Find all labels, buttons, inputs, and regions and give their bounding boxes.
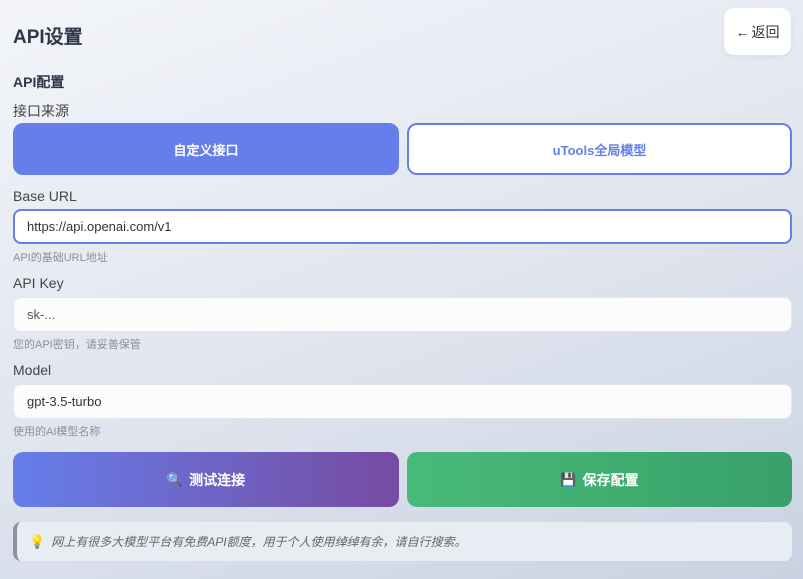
- floppy-disk-icon: 💾: [560, 471, 577, 487]
- save-config-button[interactable]: 💾 保存配置: [407, 452, 792, 507]
- model-label: Model: [13, 362, 52, 378]
- arrow-left-icon: ←: [735, 23, 750, 40]
- page-title: API设置: [13, 27, 83, 48]
- lightbulb-icon: 💡: [29, 533, 46, 549]
- tip-text: 网上有很多大模型平台有免费API额度，用于个人使用绰绰有余，请自行搜索。: [51, 535, 467, 549]
- section-title: API配置: [13, 74, 65, 90]
- back-label: 返回: [751, 23, 780, 40]
- search-icon: 🔍: [166, 471, 184, 487]
- model-input[interactable]: [13, 384, 792, 419]
- api-key-label: API Key: [13, 275, 64, 291]
- source-custom-button[interactable]: 自定义接口: [13, 123, 399, 175]
- base-url-hint: API的基础URL地址: [13, 252, 108, 264]
- save-config-label: 保存配置: [582, 471, 639, 488]
- back-button[interactable]: ← 返回: [724, 8, 791, 55]
- model-hint: 使用的AI模型名称: [13, 426, 101, 438]
- source-label: 接口来源: [13, 103, 69, 119]
- test-connection-label: 测试连接: [189, 471, 246, 488]
- tip-box: 💡 网上有很多大模型平台有免费API额度，用于个人使用绰绰有余，请自行搜索。: [13, 522, 792, 561]
- source-utools-button[interactable]: uTools全局模型: [407, 123, 792, 175]
- api-key-input[interactable]: [13, 297, 792, 332]
- base-url-input[interactable]: [13, 209, 792, 244]
- api-key-hint: 您的API密钥，请妥善保管: [13, 339, 141, 351]
- header: API设置 ← 返回: [13, 8, 791, 56]
- test-connection-button[interactable]: 🔍 测试连接: [13, 452, 399, 507]
- base-url-label: Base URL: [13, 188, 77, 204]
- api-settings-page: API设置 ← 返回 API配置 接口来源 自定义接口 uTools全局模型 B…: [0, 0, 803, 579]
